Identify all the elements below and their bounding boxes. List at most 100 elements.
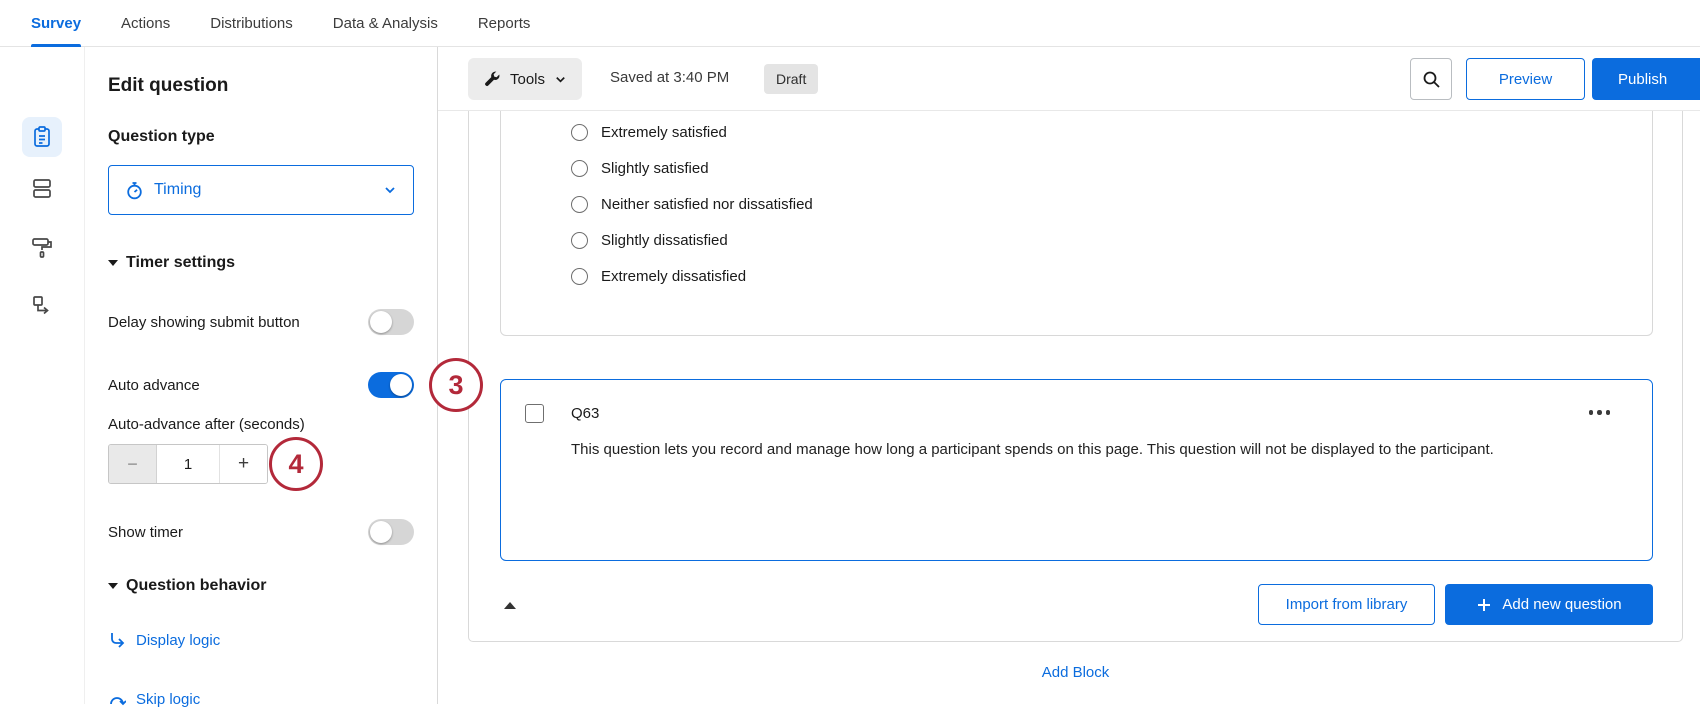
- radio-option: Neither satisfied nor dissatisfied: [571, 193, 813, 216]
- edit-question-panel: Edit question Question type Timing Timer…: [85, 47, 438, 704]
- show-timer-toggle[interactable]: [368, 519, 414, 545]
- plus-icon: [1476, 597, 1492, 613]
- toggle-knob: [390, 374, 412, 396]
- timer-settings-title: Timer settings: [126, 254, 235, 272]
- radio-option-label[interactable]: Slightly satisfied: [601, 160, 709, 177]
- add-new-question-button[interactable]: Add new question: [1445, 584, 1653, 625]
- panel-title: Edit question: [108, 75, 228, 97]
- caret-down-icon: [108, 260, 118, 266]
- clipboard-icon: [30, 125, 54, 149]
- annotation-circle-4: 4: [269, 437, 323, 491]
- display-logic-link[interactable]: Display logic: [108, 631, 220, 649]
- question-checkbox[interactable]: [525, 404, 544, 423]
- question-type-select[interactable]: Timing: [108, 165, 414, 215]
- radio-button-icon[interactable]: [571, 268, 588, 285]
- survey-flow-icon: [30, 293, 54, 317]
- status-badge: Draft: [764, 64, 818, 94]
- decrement-button[interactable]: −: [109, 445, 157, 483]
- preview-label: Preview: [1499, 71, 1552, 88]
- canvas-toolbar: Tools Saved at 3:40 PM Draft Preview Pub…: [438, 47, 1700, 111]
- radio-button-icon[interactable]: [571, 124, 588, 141]
- survey-builder-button[interactable]: [22, 117, 62, 157]
- delay-submit-row: Delay showing submit button: [108, 309, 414, 335]
- saved-status-text: Saved at 3:40 PM: [610, 69, 729, 86]
- tab-data-analysis[interactable]: Data & Analysis: [333, 0, 438, 47]
- skip-logic-label: Skip logic: [136, 691, 200, 708]
- tab-data-analysis-label: Data & Analysis: [333, 15, 438, 32]
- caret-down-icon: [108, 583, 118, 589]
- import-from-library-button[interactable]: Import from library: [1258, 584, 1435, 625]
- radio-option-label[interactable]: Slightly dissatisfied: [601, 232, 728, 249]
- increment-button[interactable]: +: [219, 445, 267, 483]
- publish-button[interactable]: Publish: [1592, 58, 1700, 100]
- question-description: This question lets you record and manage…: [571, 440, 1571, 460]
- blocks-button[interactable]: [22, 168, 62, 208]
- skip-logic-link[interactable]: Skip logic: [108, 690, 200, 708]
- question-behavior-title: Question behavior: [126, 577, 266, 595]
- show-timer-label: Show timer: [108, 524, 183, 541]
- tools-button[interactable]: Tools: [468, 58, 582, 100]
- radio-option-label[interactable]: Extremely satisfied: [601, 124, 727, 141]
- question-block: Extremely satisfied Slightly satisfied N…: [468, 111, 1683, 642]
- auto-advance-toggle[interactable]: [368, 372, 414, 398]
- radio-option: Extremely satisfied: [571, 121, 813, 144]
- wrench-icon: [483, 70, 501, 88]
- left-icon-rail: [0, 47, 85, 704]
- toggle-knob: [370, 521, 392, 543]
- survey-canvas: Tools Saved at 3:40 PM Draft Preview Pub…: [438, 47, 1700, 704]
- survey-flow-button[interactable]: [22, 285, 62, 325]
- search-button[interactable]: [1410, 58, 1452, 100]
- auto-advance-seconds-stepper: − 1 +: [108, 444, 268, 484]
- stopwatch-icon: [125, 181, 144, 200]
- tab-actions[interactable]: Actions: [121, 0, 170, 47]
- more-options-icon[interactable]: [1589, 410, 1611, 415]
- display-logic-label: Display logic: [136, 632, 220, 649]
- collapse-block-icon[interactable]: [504, 602, 516, 609]
- auto-advance-label: Auto advance: [108, 377, 200, 394]
- question-id: Q63: [571, 405, 599, 422]
- timer-settings-header[interactable]: Timer settings: [108, 254, 235, 272]
- tab-actions-label: Actions: [121, 15, 170, 32]
- auto-advance-row: Auto advance: [108, 372, 414, 398]
- tab-survey[interactable]: Survey: [31, 0, 81, 47]
- radio-option-list: Extremely satisfied Slightly satisfied N…: [571, 121, 813, 288]
- radio-button-icon[interactable]: [571, 196, 588, 213]
- question-behavior-header[interactable]: Question behavior: [108, 577, 266, 595]
- blocks-icon: [30, 176, 54, 200]
- tab-reports[interactable]: Reports: [478, 0, 531, 47]
- look-and-feel-button[interactable]: [22, 227, 62, 267]
- publish-label: Publish: [1618, 71, 1667, 88]
- delay-submit-toggle[interactable]: [368, 309, 414, 335]
- question-type-value: Timing: [154, 181, 373, 199]
- add-new-question-label: Add new question: [1502, 596, 1621, 613]
- import-label: Import from library: [1286, 596, 1408, 613]
- radio-option-label[interactable]: Neither satisfied nor dissatisfied: [601, 196, 813, 213]
- auto-advance-after-label: Auto-advance after (seconds): [108, 416, 305, 433]
- tab-survey-label: Survey: [31, 15, 81, 32]
- tab-reports-label: Reports: [478, 15, 531, 32]
- delay-submit-label: Delay showing submit button: [108, 314, 300, 331]
- paint-roller-icon: [30, 235, 54, 259]
- add-block-link[interactable]: Add Block: [468, 664, 1683, 681]
- timing-question-card[interactable]: Q63 This question lets you record and ma…: [500, 379, 1653, 561]
- radio-option: Slightly satisfied: [571, 157, 813, 180]
- top-navigation: Survey Actions Distributions Data & Anal…: [0, 0, 1700, 47]
- skip-logic-icon: [108, 690, 126, 708]
- search-icon: [1422, 70, 1441, 89]
- show-timer-row: Show timer: [108, 519, 414, 545]
- radio-option: Extremely dissatisfied: [571, 265, 813, 288]
- seconds-value: 1: [157, 445, 219, 483]
- radio-option: Slightly dissatisfied: [571, 229, 813, 252]
- chevron-down-icon: [554, 73, 567, 86]
- tab-distributions[interactable]: Distributions: [210, 0, 293, 47]
- radio-button-icon[interactable]: [571, 160, 588, 177]
- radio-button-icon[interactable]: [571, 232, 588, 249]
- preview-button[interactable]: Preview: [1466, 58, 1585, 100]
- tools-label: Tools: [510, 71, 545, 88]
- toggle-knob: [370, 311, 392, 333]
- display-logic-icon: [108, 631, 126, 649]
- radio-option-label[interactable]: Extremely dissatisfied: [601, 268, 746, 285]
- annotation-circle-3: 3: [429, 358, 483, 412]
- question-type-label: Question type: [108, 128, 215, 146]
- tab-distributions-label: Distributions: [210, 15, 293, 32]
